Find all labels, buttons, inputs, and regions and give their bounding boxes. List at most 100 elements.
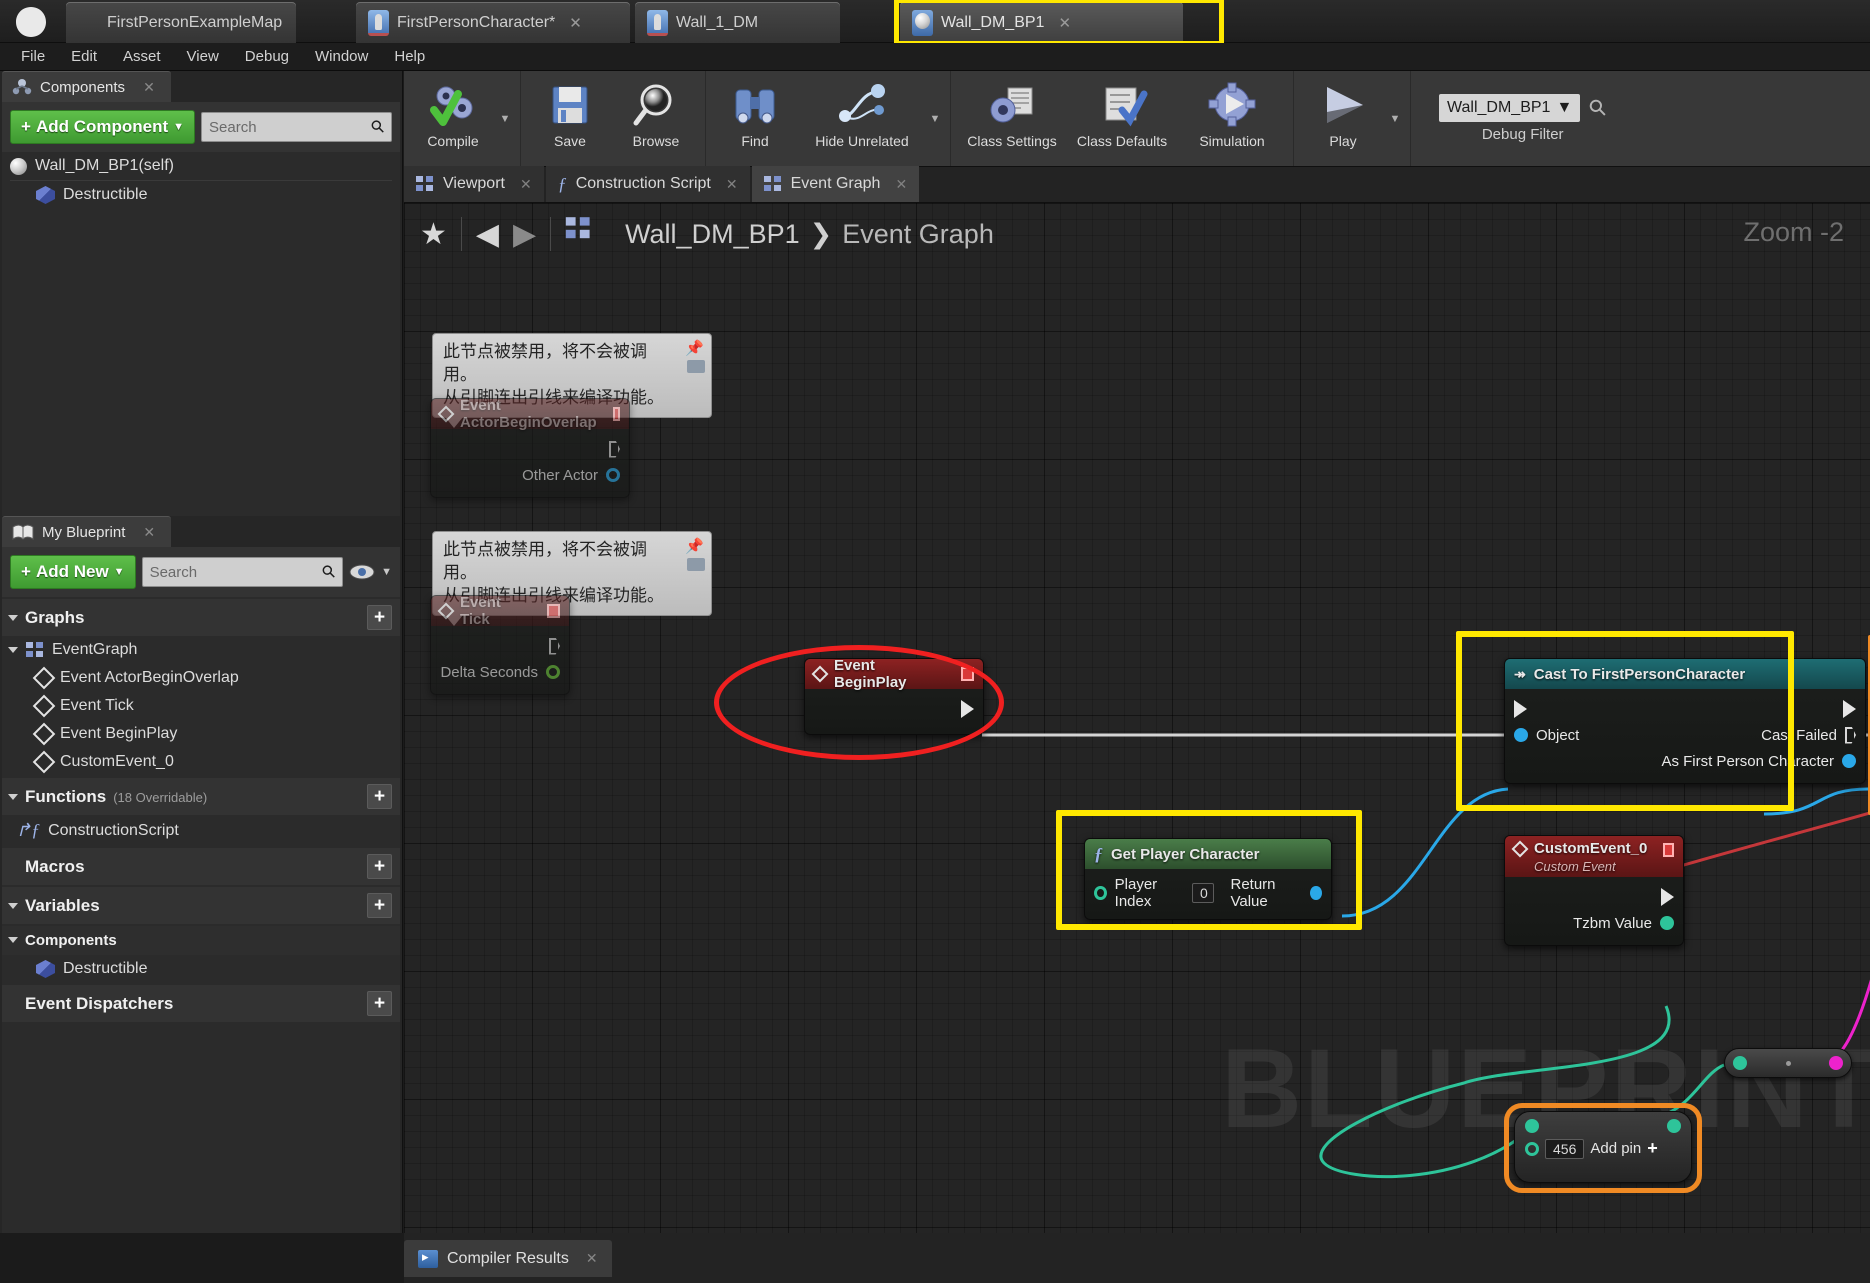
expand-arrow-icon[interactable] bbox=[8, 937, 18, 943]
float-pin-icon[interactable] bbox=[546, 665, 560, 679]
add-component-button[interactable]: + Add Component ▼ bbox=[10, 110, 196, 144]
graph-item-event-actorbeginoverlap[interactable]: Event ActorBeginOverlap bbox=[2, 664, 400, 692]
window-tab-wall-1-dm[interactable]: Wall_1_DM bbox=[635, 2, 840, 43]
struct-pin-icon[interactable] bbox=[1733, 1056, 1747, 1070]
pin-exec-out[interactable] bbox=[440, 436, 620, 462]
node-customevent-0[interactable]: CustomEvent_0 Custom Event Tzbm Value bbox=[1504, 835, 1684, 946]
tab-event-graph[interactable]: Event Graph ✕ bbox=[751, 166, 920, 202]
component-row-destructible[interactable]: Destructible bbox=[2, 181, 400, 209]
variable-item-destructible[interactable]: Destructible bbox=[2, 955, 400, 983]
object-pin-icon[interactable] bbox=[1514, 728, 1528, 742]
close-icon[interactable]: ✕ bbox=[1058, 14, 1071, 32]
close-icon[interactable]: ✕ bbox=[726, 176, 738, 193]
pin-exec-out[interactable] bbox=[814, 696, 974, 722]
pin-player-index[interactable]: Player Index 0 Return Value bbox=[1094, 876, 1323, 910]
menu-window[interactable]: Window bbox=[304, 45, 379, 68]
pin-exec-row[interactable] bbox=[1514, 696, 1856, 722]
tab-compiler-results[interactable]: Compiler Results ✕ bbox=[404, 1240, 612, 1277]
node-event-beginplay[interactable]: Event BeginPlay bbox=[804, 657, 984, 735]
chevron-down-icon[interactable]: ▼ bbox=[381, 566, 392, 578]
close-icon[interactable]: ✕ bbox=[143, 524, 155, 541]
close-icon[interactable]: ✕ bbox=[569, 14, 582, 32]
struct-pin-icon[interactable] bbox=[1525, 1119, 1539, 1133]
section-variables[interactable]: Variables + bbox=[2, 887, 400, 924]
player-index-input[interactable]: 0 bbox=[1192, 883, 1215, 903]
graph-item-event-tick[interactable]: Event Tick bbox=[2, 692, 400, 720]
add-function-button[interactable]: + bbox=[367, 784, 392, 809]
exec-pin-icon[interactable] bbox=[1843, 700, 1856, 718]
menu-view[interactable]: View bbox=[176, 45, 230, 68]
play-dropdown-caret[interactable]: ▼ bbox=[1386, 71, 1404, 166]
save-button[interactable]: Save bbox=[527, 71, 613, 166]
close-icon[interactable]: ✕ bbox=[520, 176, 532, 193]
add-event-dispatcher-button[interactable]: + bbox=[367, 991, 392, 1016]
menu-asset[interactable]: Asset bbox=[112, 45, 172, 68]
node-get-player-character[interactable]: ƒ Get Player Character Player Index 0 Re… bbox=[1084, 838, 1332, 920]
add-new-button[interactable]: + Add New ▼ bbox=[10, 555, 136, 589]
unreal-logo-icon[interactable] bbox=[8, 2, 54, 42]
event-graph-canvas[interactable]: ★ ◀ ▶ Wall_DM_BP1 ❯ Event Graph Zoom -2 … bbox=[404, 203, 1870, 1233]
tab-my-blueprint[interactable]: My Blueprint ✕ bbox=[2, 516, 172, 547]
window-tab-firstpersonexamplemap[interactable]: FirstPersonExampleMap bbox=[66, 2, 296, 43]
expand-arrow-icon[interactable] bbox=[8, 902, 18, 909]
pin-icon[interactable]: 📌 bbox=[685, 339, 704, 359]
pin-exec-out[interactable] bbox=[440, 633, 560, 659]
eye-icon[interactable] bbox=[349, 564, 375, 580]
close-icon[interactable]: ✕ bbox=[895, 176, 907, 193]
close-icon[interactable]: ✕ bbox=[586, 1250, 598, 1267]
graph-item-customevent-0[interactable]: CustomEvent_0 bbox=[2, 748, 400, 776]
pin-other-actor[interactable]: Other Actor bbox=[440, 462, 620, 488]
expand-arrow-icon[interactable] bbox=[8, 614, 18, 621]
pin-delta-seconds[interactable]: Delta Seconds bbox=[440, 659, 560, 685]
int-pin-icon[interactable] bbox=[1094, 886, 1107, 900]
class-defaults-button[interactable]: Class Defaults bbox=[1067, 71, 1177, 166]
function-item-constructionscript[interactable]: ↱ƒ ConstructionScript bbox=[2, 815, 400, 846]
string-pin-icon[interactable] bbox=[1829, 1056, 1843, 1070]
component-row-self[interactable]: Wall_DM_BP1(self) bbox=[2, 152, 400, 180]
window-tab-firstpersoncharacter[interactable]: FirstPersonCharacter* ✕ bbox=[356, 2, 630, 43]
play-button[interactable]: Play bbox=[1300, 71, 1386, 166]
find-button[interactable]: Find bbox=[712, 71, 798, 166]
node-event-tick[interactable]: Event Tick Delta Seconds bbox=[430, 594, 570, 695]
struct-pin-icon[interactable] bbox=[1660, 916, 1674, 930]
graph-item-eventgraph[interactable]: EventGraph bbox=[2, 636, 400, 664]
object-pin-icon[interactable] bbox=[606, 468, 620, 482]
class-settings-button[interactable]: Class Settings bbox=[957, 71, 1067, 166]
section-macros[interactable]: Macros + bbox=[2, 848, 400, 885]
node-event-actorbeginoverlap[interactable]: Event ActorBeginOverlap Other Actor bbox=[430, 397, 630, 498]
tab-components[interactable]: Components ✕ bbox=[2, 71, 171, 102]
hide-unrelated-button[interactable]: Hide Unrelated bbox=[798, 71, 926, 166]
section-event-dispatchers[interactable]: Event Dispatchers + bbox=[2, 985, 400, 1022]
exec-pin-icon[interactable] bbox=[1514, 700, 1527, 718]
section-graphs[interactable]: Graphs + bbox=[2, 599, 400, 636]
tab-construction-script[interactable]: ƒ Construction Script ✕ bbox=[545, 166, 750, 202]
menu-help[interactable]: Help bbox=[383, 45, 436, 68]
search-icon[interactable]: ⚲ bbox=[1583, 93, 1613, 123]
menu-debug[interactable]: Debug bbox=[234, 45, 300, 68]
add-graph-button[interactable]: + bbox=[367, 605, 392, 630]
pin-as-first-person-character[interactable]: As First Person Character bbox=[1514, 748, 1856, 774]
object-pin-icon[interactable] bbox=[1842, 754, 1856, 768]
node-add-pin[interactable]: 456 Add pin + bbox=[1514, 1111, 1692, 1183]
delegate-pin-icon[interactable] bbox=[612, 407, 620, 421]
struct-pin-icon[interactable] bbox=[1667, 1119, 1681, 1133]
exec-pin-icon[interactable] bbox=[1845, 727, 1856, 744]
pin-icon[interactable]: 📌 bbox=[685, 537, 704, 557]
section-functions[interactable]: Functions (18 Overridable) + bbox=[2, 778, 400, 815]
tab-viewport[interactable]: Viewport ✕ bbox=[404, 166, 544, 202]
delegate-pin-icon[interactable] bbox=[960, 667, 974, 681]
delegate-pin-icon[interactable] bbox=[1663, 843, 1674, 857]
menu-edit[interactable]: Edit bbox=[60, 45, 108, 68]
simulation-button[interactable]: Simulation bbox=[1177, 71, 1287, 166]
close-icon[interactable]: ✕ bbox=[143, 79, 155, 96]
node-reroute[interactable] bbox=[1724, 1048, 1852, 1078]
debug-filter-combobox[interactable]: Wall_DM_BP1 ▼ bbox=[1439, 94, 1581, 122]
node-cast-to-firstpersoncharacter[interactable]: ↠ Cast To FirstPersonCharacter Object Ca… bbox=[1504, 658, 1866, 784]
add-pin-value-input[interactable]: 456 bbox=[1545, 1138, 1585, 1159]
pin-exec-out[interactable] bbox=[1514, 884, 1674, 910]
int-pin-icon[interactable] bbox=[1525, 1141, 1539, 1156]
window-tab-wall-dm-bp1[interactable]: Wall_DM_BP1 ✕ bbox=[900, 2, 1183, 43]
delegate-pin-icon[interactable] bbox=[546, 604, 560, 618]
graph-item-event-beginplay[interactable]: Event BeginPlay bbox=[2, 720, 400, 748]
compile-button[interactable]: Compile bbox=[410, 71, 496, 166]
